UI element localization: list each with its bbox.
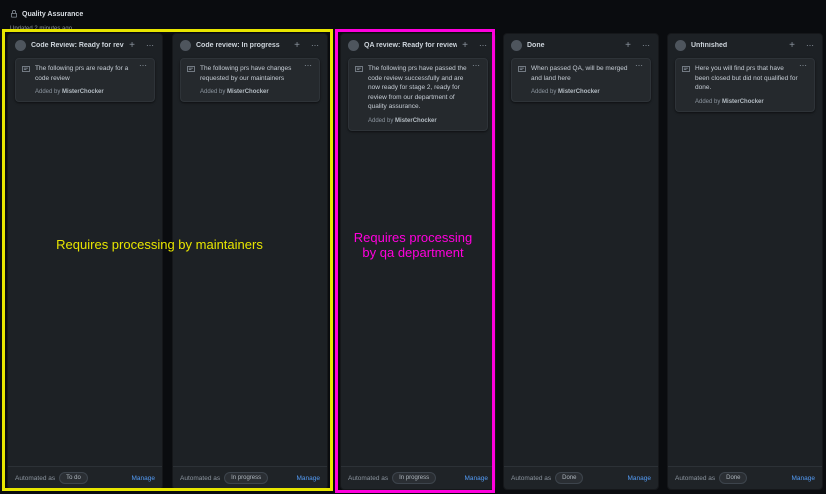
column-header: Done + ⋯ xyxy=(504,34,658,55)
card-author: MisterChocker xyxy=(558,89,600,95)
automated-as-label: Automated as xyxy=(348,475,388,482)
add-card-icon[interactable]: + xyxy=(129,42,135,50)
card-menu-icon[interactable]: ⋯ xyxy=(635,61,644,70)
note-icon xyxy=(187,65,195,73)
column-body xyxy=(341,131,495,467)
column-qa-review-ready: QA review: Ready for review + ⋯ ⋯ The fo… xyxy=(340,33,496,490)
card-count-badge xyxy=(675,40,686,51)
card-text: The following prs have passed the code r… xyxy=(355,64,481,112)
card-author: MisterChocker xyxy=(227,89,269,95)
column-menu-icon[interactable]: ⋯ xyxy=(146,43,155,49)
card-menu-icon[interactable]: ⋯ xyxy=(799,61,808,70)
column-header: Code Review: Ready for review + ⋯ xyxy=(8,34,162,55)
manage-link[interactable]: Manage xyxy=(792,475,816,482)
column-footer: Automated as To do Manage xyxy=(8,466,162,489)
manage-link[interactable]: Manage xyxy=(132,475,156,482)
column-menu-icon[interactable]: ⋯ xyxy=(806,43,815,49)
card-author: MisterChocker xyxy=(395,118,437,124)
column-footer: Automated as In progress Manage xyxy=(341,466,495,489)
project-card[interactable]: ⋯ The following prs have passed the code… xyxy=(348,58,488,131)
project-card[interactable]: ⋯ The following prs have changes request… xyxy=(180,58,320,102)
column-title: Done xyxy=(527,42,620,49)
card-author: MisterChocker xyxy=(62,89,104,95)
column-body xyxy=(668,112,822,467)
card-menu-icon[interactable]: ⋯ xyxy=(472,61,481,70)
add-card-icon[interactable]: + xyxy=(462,42,468,50)
card-count-badge xyxy=(511,40,522,51)
automation-preset-badge: To do xyxy=(59,472,88,484)
add-card-icon[interactable]: + xyxy=(625,42,631,50)
note-icon xyxy=(518,65,526,73)
added-by-label: Added by xyxy=(531,89,556,95)
add-card-icon[interactable]: + xyxy=(294,42,300,50)
automated-as-label: Automated as xyxy=(180,475,220,482)
card-meta: Added by MisterChocker xyxy=(355,118,481,124)
automated-as-label: Automated as xyxy=(511,475,551,482)
card-meta: Added by MisterChocker xyxy=(187,89,313,95)
column-done: Done + ⋯ ⋯ When passed QA, will be merge… xyxy=(503,33,659,490)
column-title: Code review: In progress xyxy=(196,42,289,49)
note-icon xyxy=(682,65,690,73)
automated-as-label: Automated as xyxy=(15,475,55,482)
manage-link[interactable]: Manage xyxy=(465,475,489,482)
card-text: Here you will find prs that have been cl… xyxy=(682,64,808,93)
card-author: MisterChocker xyxy=(722,99,764,105)
lock-icon xyxy=(10,5,18,23)
added-by-label: Added by xyxy=(200,89,225,95)
card-meta: Added by MisterChocker xyxy=(22,89,148,95)
column-body xyxy=(8,102,162,466)
card-meta: Added by MisterChocker xyxy=(518,89,644,95)
project-header: Quality Assurance Updated 2 minutes ago xyxy=(10,5,83,32)
column-footer: Automated as Done Manage xyxy=(668,466,822,489)
add-card-icon[interactable]: + xyxy=(789,42,795,50)
card-menu-icon[interactable]: ⋯ xyxy=(139,61,148,70)
card-count-badge xyxy=(15,40,26,51)
automation-preset-badge: In progress xyxy=(392,472,436,484)
column-footer: Automated as In progress Manage xyxy=(173,466,327,489)
automation-preset-badge: Done xyxy=(555,472,583,484)
project-card[interactable]: ⋯ Here you will find prs that have been … xyxy=(675,58,815,112)
added-by-label: Added by xyxy=(368,118,393,124)
automation-preset-badge: Done xyxy=(719,472,747,484)
manage-link[interactable]: Manage xyxy=(628,475,652,482)
card-meta: Added by MisterChocker xyxy=(682,99,808,105)
project-card[interactable]: ⋯ When passed QA, will be merged and lan… xyxy=(511,58,651,102)
column-menu-icon[interactable]: ⋯ xyxy=(642,43,651,49)
card-count-badge xyxy=(348,40,359,51)
column-code-review-in-progress: Code review: In progress + ⋯ ⋯ The follo… xyxy=(172,33,328,490)
added-by-label: Added by xyxy=(35,89,60,95)
column-title: Code Review: Ready for review xyxy=(31,42,124,49)
note-icon xyxy=(355,65,363,73)
card-text: When passed QA, will be merged and land … xyxy=(518,64,644,83)
column-unfinished: Unfinished + ⋯ ⋯ Here you will find prs … xyxy=(667,33,823,490)
card-text: The following prs are ready for a code r… xyxy=(22,64,148,83)
automation-preset-badge: In progress xyxy=(224,472,268,484)
card-menu-icon[interactable]: ⋯ xyxy=(304,61,313,70)
column-header: Code review: In progress + ⋯ xyxy=(173,34,327,55)
note-icon xyxy=(22,65,30,73)
column-body xyxy=(173,102,327,466)
column-menu-icon[interactable]: ⋯ xyxy=(479,43,488,49)
updated-timestamp: Updated 2 minutes ago xyxy=(10,26,83,32)
card-text: The following prs have changes requested… xyxy=(187,64,313,83)
card-count-badge xyxy=(180,40,191,51)
column-code-review-ready: Code Review: Ready for review + ⋯ ⋯ The … xyxy=(7,33,163,490)
column-title: QA review: Ready for review xyxy=(364,42,457,49)
column-menu-icon[interactable]: ⋯ xyxy=(311,43,320,49)
automated-as-label: Automated as xyxy=(675,475,715,482)
column-footer: Automated as Done Manage xyxy=(504,466,658,489)
added-by-label: Added by xyxy=(695,99,720,105)
column-header: Unfinished + ⋯ xyxy=(668,34,822,55)
column-body xyxy=(504,102,658,466)
page-title: Quality Assurance xyxy=(22,11,83,18)
manage-link[interactable]: Manage xyxy=(297,475,321,482)
column-header: QA review: Ready for review + ⋯ xyxy=(341,34,495,55)
column-title: Unfinished xyxy=(691,42,784,49)
project-card[interactable]: ⋯ The following prs are ready for a code… xyxy=(15,58,155,102)
